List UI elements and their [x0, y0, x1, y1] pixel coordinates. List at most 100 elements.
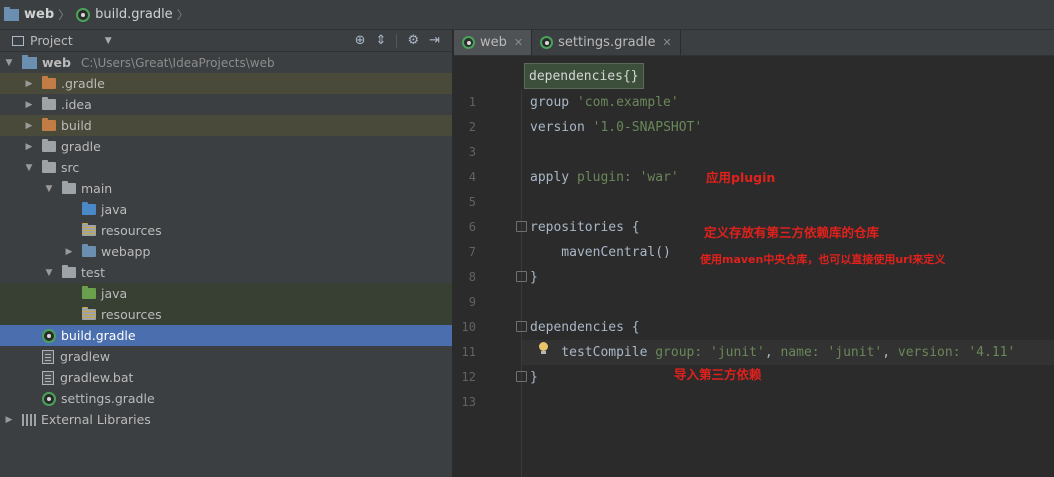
tree-item-label: gradle — [61, 139, 101, 154]
tree-item-label: .idea — [61, 97, 92, 112]
folder-icon — [42, 139, 56, 152]
scroll-from-source-icon[interactable]: ⊕ — [355, 33, 366, 48]
tree-item-java[interactable]: java — [0, 199, 452, 220]
expand-arrow-icon[interactable]: ▼ — [4, 58, 14, 68]
gradle-file-icon — [462, 36, 475, 49]
library-icon — [22, 413, 36, 426]
breadcrumb-project[interactable]: web 〉 — [2, 5, 76, 25]
line-number: 6 — [468, 220, 476, 234]
fold-marker-icon[interactable] — [516, 221, 527, 232]
collapse-arrow-icon[interactable]: ▶ — [24, 121, 34, 131]
tree-item-settings-gradle[interactable]: settings.gradle — [0, 388, 452, 409]
tree-item-label: src — [61, 160, 80, 175]
collapse-arrow-icon[interactable]: ▶ — [64, 247, 74, 257]
code-line-8[interactable]: } — [530, 265, 538, 290]
code-breadcrumb[interactable]: dependencies{} — [524, 63, 644, 89]
fold-marker-icon[interactable] — [516, 371, 527, 382]
gradle-file-icon — [42, 391, 56, 406]
tree-item-java[interactable]: java — [0, 283, 452, 304]
resources-folder-icon — [82, 307, 96, 320]
tree-item-idea[interactable]: ▶ .idea — [0, 94, 452, 115]
line-number: 7 — [468, 245, 476, 259]
tree-item-gradlew[interactable]: gradlew — [0, 346, 452, 367]
code-line-12[interactable]: } — [530, 365, 538, 390]
tree-item-label: resources — [101, 307, 162, 322]
navigation-bar: web 〉 build.gradle 〉 — [0, 0, 1054, 30]
collapse-arrow-icon[interactable]: ▶ — [24, 79, 34, 89]
hide-panel-icon[interactable]: ⇥ — [429, 33, 440, 48]
collapse-arrow-icon[interactable]: ▶ — [24, 100, 34, 110]
project-panel: Project ▼ ⊕ ⇕ ⚙ ⇥ ▼ web C:\Users\Great\Ide… — [0, 30, 453, 477]
code-line-7[interactable]: mavenCentral() — [530, 240, 671, 265]
code-token: '1.0-SNAPSHOT' — [592, 120, 703, 135]
line-number: 13 — [461, 395, 476, 409]
project-panel-toolbar: Project ▼ ⊕ ⇕ ⚙ ⇥ — [0, 30, 452, 52]
line-number: 12 — [461, 370, 476, 384]
tree-item-label: web — [42, 55, 71, 70]
code-token: } — [530, 270, 538, 285]
tree-item-resources[interactable]: resources — [0, 220, 452, 241]
tree-item-label: test — [81, 265, 106, 280]
tree-item-main[interactable]: ▼ main — [0, 178, 452, 199]
gradle-file-icon — [76, 7, 91, 22]
code-line-1[interactable]: group 'com.example' — [530, 90, 679, 115]
project-path: C:\Users\Great\IdeaProjects\web — [80, 55, 275, 70]
lightbulb-icon[interactable] — [538, 342, 549, 355]
line-number: 1 — [468, 95, 476, 109]
fold-marker-icon[interactable] — [516, 271, 527, 282]
code-token: group: — [655, 345, 711, 360]
breadcrumb-project-label: web — [24, 7, 55, 22]
module-folder-icon — [22, 54, 37, 69]
project-icon — [12, 35, 24, 46]
breadcrumb-file[interactable]: build.gradle 〉 — [76, 5, 195, 25]
gear-icon[interactable]: ⚙ — [407, 33, 419, 48]
code-token: mavenCentral() — [530, 245, 671, 260]
line-number: 4 — [468, 170, 476, 184]
folder-orange-icon — [42, 118, 56, 131]
tree-item-test[interactable]: ▼ test — [0, 262, 452, 283]
tab-web[interactable]: web ✕ — [454, 30, 533, 55]
tree-item-label: gradlew — [60, 349, 111, 364]
source-folder-icon — [82, 202, 96, 215]
collapse-all-icon[interactable]: ⇕ — [376, 33, 387, 48]
close-icon[interactable]: ✕ — [514, 36, 523, 49]
tree-item-external-libraries[interactable]: ▶ External Libraries — [0, 409, 452, 430]
code-token: 'war' — [639, 170, 679, 185]
tree-item-web[interactable]: ▼ web C:\Users\Great\IdeaProjects\web — [0, 52, 452, 73]
tree-item-label: build.gradle — [61, 328, 136, 343]
tree-item-gradle[interactable]: ▶ .gradle — [0, 73, 452, 94]
tree-item-label: settings.gradle — [61, 391, 155, 406]
tree-item-label: main — [81, 181, 113, 196]
tree-item-label: java — [101, 286, 128, 301]
tab-settings-gradle[interactable]: settings.gradle ✕ — [532, 30, 681, 55]
code-line-11[interactable]: testCompile group: 'junit', name: 'junit… — [530, 340, 1015, 365]
tree-item-build-gradle[interactable]: build.gradle — [0, 325, 452, 346]
expand-arrow-icon[interactable]: ▼ — [44, 268, 54, 278]
tree-item-build[interactable]: ▶ build — [0, 115, 452, 136]
project-view-selector[interactable]: Project ▼ — [12, 33, 112, 48]
code-token: repositories { — [530, 220, 640, 235]
tab-label: web — [480, 35, 507, 50]
line-number: 3 — [468, 145, 476, 159]
code-token: , — [764, 345, 781, 360]
expand-arrow-icon[interactable]: ▼ — [24, 163, 34, 173]
expand-arrow-icon[interactable]: ▼ — [44, 184, 54, 194]
fold-marker-icon[interactable] — [516, 321, 527, 332]
tree-item-webapp[interactable]: ▶ webapp — [0, 241, 452, 262]
code-line-10[interactable]: dependencies { — [530, 315, 640, 340]
tree-item-resources[interactable]: resources — [0, 304, 452, 325]
close-icon[interactable]: ✕ — [663, 36, 672, 49]
tree-item-src[interactable]: ▼ src — [0, 157, 452, 178]
collapse-arrow-icon[interactable]: ▶ — [4, 415, 14, 425]
text-file-icon — [42, 370, 54, 385]
tree-item-gradle[interactable]: ▶ gradle — [0, 136, 452, 157]
editor-tabs: web ✕ settings.gradle ✕ — [454, 30, 1054, 56]
code-line-4[interactable]: apply plugin: 'war' — [530, 165, 679, 190]
line-number: 5 — [468, 195, 476, 209]
code-line-2[interactable]: version '1.0-SNAPSHOT' — [530, 115, 702, 140]
collapse-arrow-icon[interactable]: ▶ — [24, 142, 34, 152]
tree-item-gradlew-bat[interactable]: gradlew.bat — [0, 367, 452, 388]
code-token: '4.11' — [968, 345, 1016, 360]
dropdown-arrow-icon: ▼ — [104, 35, 112, 46]
code-line-6[interactable]: repositories { — [530, 215, 640, 240]
